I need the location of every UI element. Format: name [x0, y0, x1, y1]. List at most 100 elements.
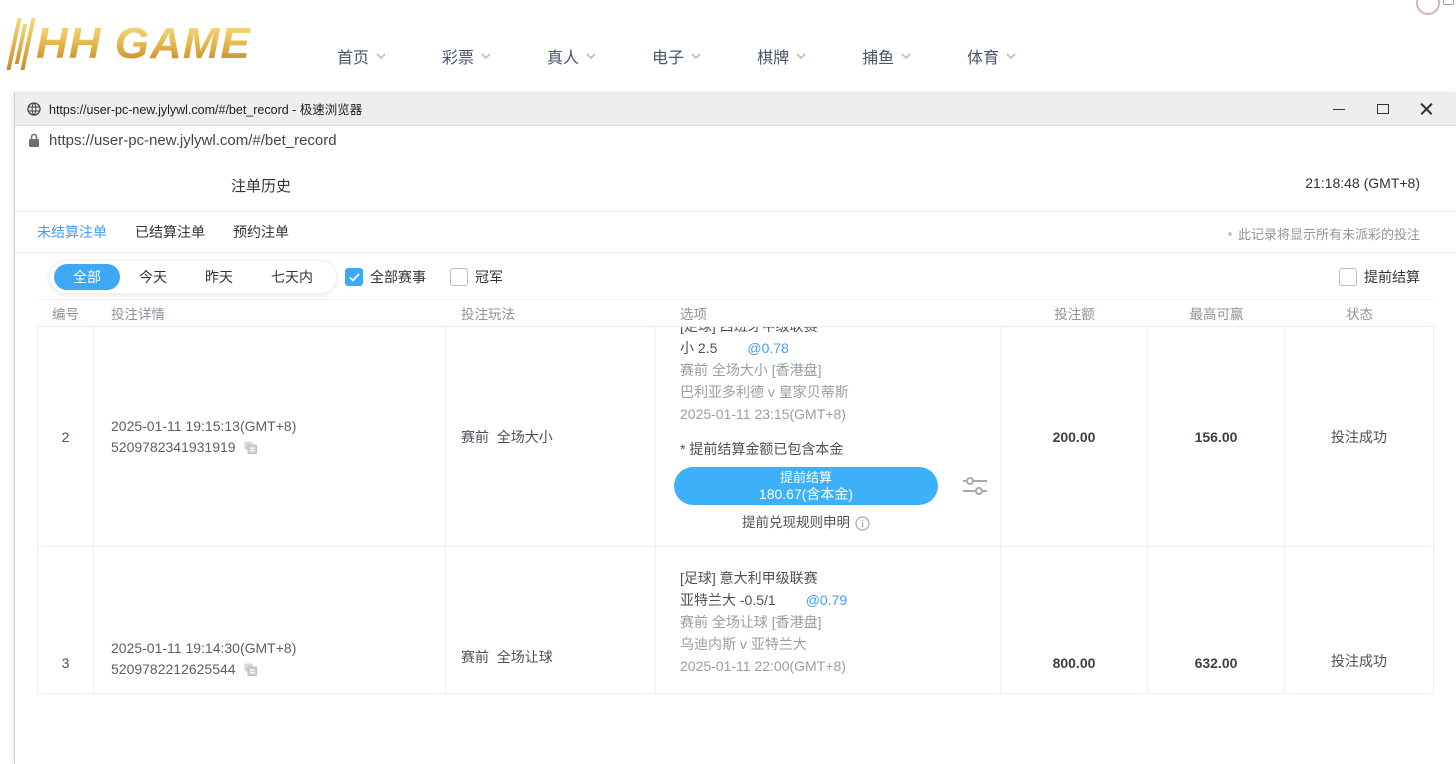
- cell-status: 投注成功: [1285, 327, 1434, 546]
- maximize-button[interactable]: [1376, 102, 1390, 116]
- minimize-button[interactable]: [1332, 102, 1346, 116]
- match-time-text: 2025-01-11 23:15(GMT+8): [680, 403, 846, 425]
- cell-max-win: 156.00: [1148, 327, 1285, 546]
- logo-bars-icon: [6, 18, 35, 70]
- sliders-icon[interactable]: [962, 475, 988, 497]
- chevron-down-icon: [585, 50, 597, 62]
- cell-option: [足球] 西班牙甲级联赛 小 2.5 @0.78 赛前 全场大小 [香港盘] 巴…: [656, 327, 1001, 546]
- page-title: 注单历史: [231, 175, 291, 196]
- cell-row-no: 2: [37, 327, 94, 546]
- market-text: 赛前 全场让球 [香港盘]: [680, 611, 822, 633]
- filter-all[interactable]: 全部: [54, 264, 120, 290]
- cell-bet-amount: 800.00: [1001, 547, 1148, 693]
- nav-item-slots[interactable]: 电子: [652, 44, 702, 68]
- address-bar[interactable]: https://user-pc-new.jylywl.com/#/bet_rec…: [15, 126, 1456, 156]
- server-clock: 21:18:48 (GMT+8): [1305, 175, 1420, 191]
- col-header-maxwin: 最高可赢: [1148, 303, 1285, 323]
- early-settle-button-label: 提前结算: [780, 469, 832, 486]
- checkbox-label: 冠军: [475, 267, 503, 287]
- early-settle-note: * 提前结算金额已包含本金: [680, 438, 843, 460]
- event-filter-group: 全部赛事 冠军: [345, 267, 503, 287]
- nav-label: 真人: [547, 44, 579, 68]
- bullet-icon: [1228, 232, 1232, 236]
- chevron-down-icon: [1005, 50, 1017, 62]
- copy-icon[interactable]: [243, 440, 258, 455]
- page-content: 注单历史 21:18:48 (GMT+8) 未结算注单 已结算注单 预约注单 此…: [15, 155, 1456, 764]
- early-settle-checkbox[interactable]: 提前结算: [1339, 267, 1420, 287]
- lock-icon: [28, 133, 40, 148]
- window-controls: [1332, 102, 1444, 116]
- checkbox-unchecked-icon: [1339, 268, 1357, 286]
- table-header: 编号 投注详情 投注玩法 选项 投注额 最高可赢 状态: [37, 299, 1434, 327]
- tabs-row: 未结算注单 已结算注单 预约注单 此记录将显示所有未派彩的投注: [15, 212, 1456, 253]
- early-settle-rules-text: 提前兑现规则申明: [742, 512, 850, 534]
- chevron-down-icon: [795, 50, 807, 62]
- nav-item-live[interactable]: 真人: [547, 44, 597, 68]
- checkbox-unchecked-icon: [450, 268, 468, 286]
- bet-table: 编号 投注详情 投注玩法 选项 投注额 最高可赢 状态 2 2025-01-11…: [37, 299, 1434, 740]
- nav-item-sports[interactable]: 体育: [967, 44, 1017, 68]
- cell-play-type: 赛前 全场大小: [446, 327, 656, 546]
- logo-text: HH GAME: [36, 18, 251, 70]
- nav-item-fishing[interactable]: 捕鱼: [862, 44, 912, 68]
- odds-text: @0.78: [747, 337, 788, 359]
- champion-checkbox[interactable]: 冠军: [450, 267, 503, 287]
- nav-label: 棋牌: [757, 44, 789, 68]
- cell-status: 投注成功: [1285, 547, 1434, 693]
- early-settle-button-amount: 180.67(含本金): [759, 486, 853, 503]
- nav-item-cards[interactable]: 棋牌: [757, 44, 807, 68]
- filter-seven-days[interactable]: 七天内: [252, 264, 332, 290]
- filter-yesterday[interactable]: 昨天: [186, 264, 252, 290]
- copy-icon[interactable]: [243, 662, 258, 677]
- cell-row-no: 3: [37, 547, 94, 693]
- checkbox-checked-icon: [345, 268, 363, 286]
- nav-label: 捕鱼: [862, 44, 894, 68]
- tab-reserved[interactable]: 预约注单: [233, 222, 289, 242]
- filter-today[interactable]: 今天: [120, 264, 186, 290]
- record-note-text: 此记录将显示所有未派彩的投注: [1238, 224, 1420, 243]
- screen: HH GAME 首页 彩票 真人 电子 棋牌: [0, 0, 1456, 764]
- chevron-down-icon: [480, 50, 492, 62]
- early-settle-button[interactable]: 提前结算 180.67(含本金): [674, 467, 938, 505]
- site-logo[interactable]: HH GAME: [12, 18, 251, 70]
- record-tabs: 未结算注单 已结算注单 预约注单: [37, 212, 289, 252]
- market-text: 赛前 全场大小 [香港盘]: [680, 359, 822, 381]
- league-text: [足球] 西班牙甲级联赛: [680, 327, 1000, 337]
- cell-bet-amount: 200.00: [1001, 327, 1148, 546]
- corner-partial-icon: [1416, 0, 1440, 15]
- col-header-play: 投注玩法: [446, 303, 656, 323]
- site-header: HH GAME 首页 彩票 真人 电子 棋牌: [0, 0, 1456, 92]
- bet-time: 2025-01-11 19:15:13(GMT+8): [111, 418, 296, 434]
- odds-text: @0.79: [806, 589, 847, 611]
- close-button[interactable]: [1420, 102, 1434, 116]
- window-titlebar[interactable]: https://user-pc-new.jylywl.com/#/bet_rec…: [15, 92, 1456, 126]
- early-settle-rules-link[interactable]: 提前兑现规则申明: [674, 512, 938, 534]
- checkbox-label: 提前结算: [1364, 267, 1420, 287]
- globe-icon: [27, 102, 41, 116]
- all-events-checkbox[interactable]: 全部赛事: [345, 267, 426, 287]
- teams-text: 巴利亚多利德 v 皇家贝蒂斯: [680, 381, 849, 403]
- nav-label: 彩票: [442, 44, 474, 68]
- nav-label: 首页: [337, 44, 369, 68]
- tab-unsettled[interactable]: 未结算注单: [37, 222, 107, 242]
- bet-time: 2025-01-11 19:14:30(GMT+8): [111, 640, 296, 656]
- league-text: [足球] 意大利甲级联赛: [680, 567, 818, 589]
- cell-bet-detail: 2025-01-11 19:14:30(GMT+8) 5209782212625…: [94, 547, 446, 693]
- col-header-detail: 投注详情: [94, 303, 446, 323]
- info-icon: [855, 516, 870, 531]
- nav-item-lottery[interactable]: 彩票: [442, 44, 492, 68]
- table-row: 2 2025-01-11 19:15:13(GMT+8) 52097823419…: [37, 327, 1434, 547]
- url-text: https://user-pc-new.jylywl.com/#/bet_rec…: [49, 132, 337, 149]
- col-header-no: 编号: [37, 303, 94, 323]
- date-filter-group: 全部 今天 昨天 七天内: [49, 260, 337, 294]
- table-row: 3 2025-01-11 19:14:30(GMT+8) 52097822126…: [37, 547, 1434, 694]
- cell-option: [足球] 意大利甲级联赛 亚特兰大 -0.5/1 @0.79 赛前 全场让球 […: [656, 547, 1001, 693]
- tab-settled[interactable]: 已结算注单: [135, 222, 205, 242]
- window-title: https://user-pc-new.jylywl.com/#/bet_rec…: [49, 99, 362, 118]
- checkbox-label: 全部赛事: [370, 267, 426, 287]
- play-type-text: 赛前 全场大小: [461, 427, 553, 447]
- nav-item-home[interactable]: 首页: [337, 44, 387, 68]
- chevron-down-icon: [690, 50, 702, 62]
- filter-row: 全部 今天 昨天 七天内 全部赛事 冠军: [15, 253, 1456, 301]
- pick-text: 小 2.5: [680, 337, 717, 359]
